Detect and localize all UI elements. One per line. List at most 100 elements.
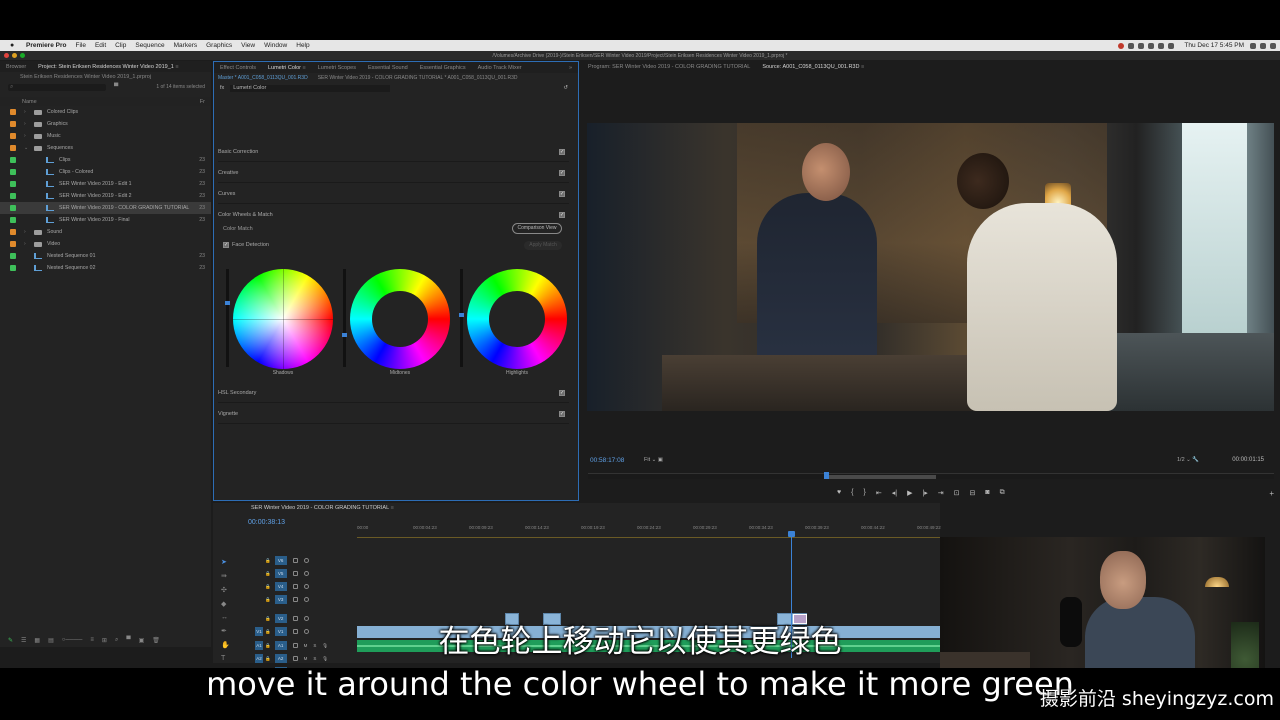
search-icon[interactable] bbox=[1250, 42, 1256, 49]
notification-icon[interactable] bbox=[1270, 42, 1276, 49]
ripple-edit-icon[interactable]: ✣ bbox=[221, 586, 230, 594]
tab-audio-track-mixer[interactable]: Audio Track Mixer bbox=[472, 65, 528, 71]
checkbox[interactable]: ✓ bbox=[223, 242, 229, 248]
play-icon[interactable]: ▶ bbox=[907, 489, 912, 497]
slider-knob[interactable] bbox=[459, 313, 464, 317]
new-bin-icon[interactable]: ▀ bbox=[114, 84, 118, 90]
effect-dropdown[interactable]: Lumetri Color bbox=[230, 84, 391, 92]
apple-icon[interactable]: ● bbox=[10, 42, 20, 49]
wifi-icon[interactable] bbox=[1158, 42, 1165, 49]
track-header-v3[interactable]: 🔒 V3 bbox=[255, 594, 355, 605]
midtones-wheel[interactable] bbox=[350, 269, 450, 369]
status-icon[interactable] bbox=[1148, 42, 1155, 49]
zoom-dropdown[interactable]: Fit ⌄ ▣ bbox=[644, 457, 663, 463]
disclosure-triangle-icon[interactable]: ⌄ bbox=[24, 145, 28, 151]
label-color-swatch[interactable] bbox=[10, 253, 16, 259]
label-color-swatch[interactable] bbox=[10, 229, 16, 235]
timeline-tab[interactable]: SER Winter Video 2019 - COLOR GRADING TU… bbox=[213, 503, 940, 513]
menu-edit[interactable]: Edit bbox=[95, 42, 106, 49]
apply-match-button[interactable]: Apply Match bbox=[524, 241, 562, 250]
highlights-wheel[interactable] bbox=[467, 269, 567, 369]
tab-browser[interactable]: Browser bbox=[0, 64, 32, 70]
label-color-swatch[interactable] bbox=[10, 193, 16, 199]
playhead-timecode[interactable]: 00:58:17:08 bbox=[590, 457, 624, 464]
label-color-swatch[interactable] bbox=[10, 217, 16, 223]
lock-icon[interactable]: 🔒 bbox=[265, 584, 271, 589]
label-color-swatch[interactable] bbox=[10, 205, 16, 211]
sync-lock-icon[interactable] bbox=[292, 584, 298, 589]
step-forward-icon[interactable]: |▸ bbox=[922, 489, 927, 497]
list-item[interactable]: SER Winter Video 2019 - COLOR GRADING TU… bbox=[0, 202, 211, 214]
search-input[interactable]: ⌕ bbox=[8, 83, 106, 91]
slider-knob[interactable] bbox=[342, 333, 347, 337]
shadows-wheel[interactable] bbox=[233, 269, 333, 369]
eye-icon[interactable] bbox=[303, 584, 309, 589]
lock-icon[interactable]: 🔒 bbox=[265, 558, 271, 563]
record-icon[interactable] bbox=[1118, 42, 1125, 49]
section-curves[interactable]: Curves ✓ bbox=[218, 184, 569, 204]
label-color-swatch[interactable] bbox=[10, 169, 16, 175]
source-patch[interactable] bbox=[255, 595, 263, 604]
menu-sequence[interactable]: Sequence bbox=[135, 42, 164, 49]
list-item[interactable]: › Graphics bbox=[0, 118, 211, 130]
resolution-dropdown[interactable]: 1/2 ⌄ 🔧 bbox=[1177, 457, 1199, 463]
list-item[interactable]: SER Winter Video 2019 - Final 23 bbox=[0, 214, 211, 226]
lock-icon[interactable]: 🔒 bbox=[265, 597, 271, 602]
label-color-swatch[interactable] bbox=[10, 145, 16, 151]
overwrite-icon[interactable]: ⊟ bbox=[970, 489, 976, 497]
label-color-swatch[interactable] bbox=[10, 121, 16, 127]
track-name[interactable]: V4 bbox=[274, 582, 287, 591]
mark-out-icon[interactable]: } bbox=[864, 489, 866, 497]
tab-source[interactable]: Source: A001_C058_0113QU_001.R3D bbox=[756, 64, 870, 70]
work-area-bar[interactable] bbox=[357, 537, 940, 538]
disclosure-triangle-icon[interactable]: › bbox=[24, 241, 26, 247]
compare-icon[interactable]: ⧉ bbox=[1000, 489, 1005, 497]
label-color-swatch[interactable] bbox=[10, 265, 16, 271]
track-header-v4[interactable]: 🔒 V4 bbox=[255, 581, 355, 592]
step-back-icon[interactable]: ◂| bbox=[892, 489, 897, 497]
tab-lumetri-color[interactable]: Lumetri Color bbox=[262, 65, 312, 71]
tab-effect-controls[interactable]: Effect Controls bbox=[214, 65, 262, 71]
clock[interactable]: Thu Dec 17 5:45 PM bbox=[1184, 42, 1244, 49]
source-patch[interactable] bbox=[255, 556, 263, 565]
camera-icon[interactable]: ◙ bbox=[985, 489, 989, 497]
sync-lock-icon[interactable] bbox=[292, 558, 298, 563]
column-frame-rate[interactable]: Fr bbox=[200, 99, 205, 105]
disclosure-triangle-icon[interactable]: › bbox=[24, 133, 26, 139]
list-item[interactable]: › Sound bbox=[0, 226, 211, 238]
track-header-v6[interactable]: 🔒 V6 bbox=[255, 555, 355, 566]
eye-icon[interactable] bbox=[303, 597, 309, 602]
tab-project[interactable]: Project: Stein Eriksen Residences Winter… bbox=[32, 64, 184, 70]
list-item[interactable]: › Video bbox=[0, 238, 211, 250]
tab-lumetri-scopes[interactable]: Lumetri Scopes bbox=[312, 65, 362, 71]
go-to-out-icon[interactable]: ⇥ bbox=[938, 489, 944, 497]
scrubber-playhead[interactable] bbox=[824, 472, 829, 479]
list-item[interactable]: › Colored Clips bbox=[0, 106, 211, 118]
face-detection-checkbox[interactable]: ✓ Face Detection bbox=[223, 242, 269, 248]
status-icon[interactable] bbox=[1138, 42, 1145, 49]
battery-icon[interactable] bbox=[1168, 42, 1175, 49]
track-header-v5[interactable]: 🔒 V5 bbox=[255, 568, 355, 579]
more-tabs-icon[interactable]: » bbox=[563, 65, 578, 71]
menu-graphics[interactable]: Graphics bbox=[206, 42, 232, 49]
track-select-icon[interactable]: ⇛ bbox=[221, 572, 230, 580]
comparison-view-button[interactable]: Comparison View bbox=[512, 223, 562, 234]
tab-essential-sound[interactable]: Essential Sound bbox=[362, 65, 414, 71]
label-color-swatch[interactable] bbox=[10, 133, 16, 139]
enable-checkbox[interactable]: ✓ bbox=[559, 389, 565, 396]
eye-icon[interactable] bbox=[303, 571, 309, 576]
section-creative[interactable]: Creative ✓ bbox=[218, 163, 569, 183]
menu-view[interactable]: View bbox=[241, 42, 255, 49]
shadows-slider[interactable] bbox=[225, 269, 230, 367]
video-frame[interactable] bbox=[587, 123, 1274, 411]
go-to-in-icon[interactable]: ⇤ bbox=[876, 489, 882, 497]
section-basic-correction[interactable]: Basic Correction ✓ bbox=[218, 142, 569, 162]
siri-icon[interactable] bbox=[1260, 42, 1266, 49]
track-name[interactable]: V3 bbox=[274, 595, 287, 604]
column-name[interactable]: Name bbox=[22, 99, 37, 105]
label-color-swatch[interactable] bbox=[10, 157, 16, 163]
track-name[interactable]: V6 bbox=[274, 556, 287, 565]
time-ruler[interactable]: 00:00 00:00:04:23 00:00:09:23 00:00:14:23 00… bbox=[357, 525, 941, 534]
source-patch[interactable] bbox=[255, 569, 263, 578]
slider-knob[interactable] bbox=[225, 301, 230, 305]
